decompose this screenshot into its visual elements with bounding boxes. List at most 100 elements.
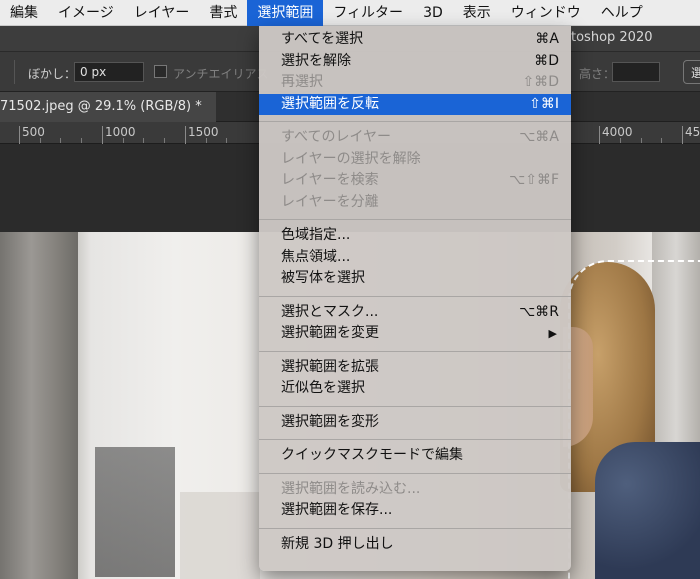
ruler-label: 500 xyxy=(22,125,45,139)
ruler-label: 4000 xyxy=(602,125,633,139)
menu-item[interactable]: 選択範囲を拡張 xyxy=(259,357,571,379)
menu-item-label: 選択範囲を拡張 xyxy=(281,358,379,375)
menu-item[interactable]: 選択を解除 ⌘D xyxy=(259,51,571,73)
ruler-minor-tick xyxy=(206,138,207,143)
menu-3d[interactable]: 3D xyxy=(413,0,453,26)
options-divider xyxy=(14,60,15,84)
ruler-minor-tick xyxy=(620,138,621,143)
menu-item[interactable]: 選択範囲を保存... xyxy=(259,500,571,522)
menu-help[interactable]: ヘルプ xyxy=(591,0,653,26)
menu-item[interactable]: 近似色を選択 xyxy=(259,378,571,400)
menu-item-label: レイヤーを分離 xyxy=(281,193,379,210)
menu-item-label: 選択を解除 xyxy=(281,52,351,69)
height-input[interactable] xyxy=(612,62,660,82)
menu-item-shortcut: ⌘A xyxy=(535,31,559,47)
ruler-major-tick xyxy=(19,126,20,144)
menu-item-shortcut: ⌥⇧⌘F xyxy=(509,172,559,188)
menu-item: 再選択 ⇧⌘D xyxy=(259,72,571,94)
menu-item[interactable]: 選択とマスク... ⌥⌘R xyxy=(259,302,571,324)
selection-marquee xyxy=(568,260,700,579)
menu-item-label: 色域指定... xyxy=(281,227,351,243)
ruler-major-tick xyxy=(102,126,103,144)
menu-item-label: すべてのレイヤー xyxy=(281,129,392,145)
app-title: toshop 2020 xyxy=(571,30,653,45)
menu-item[interactable]: 選択範囲を変更 ▶ xyxy=(259,323,571,345)
menu-item-label: 選択範囲を読み込む... xyxy=(281,480,421,497)
ruler-major-tick xyxy=(682,126,683,144)
menu-item-label: 再選択 xyxy=(281,74,323,90)
select-menu-dropdown: すべてを選択 ⌘A 選択を解除 ⌘D 再選択 ⇧⌘D 選択範囲を反転 ⇧⌘I すべてのレイヤー ⌥… xyxy=(259,26,571,571)
menu-item-label: 選択範囲を変更 xyxy=(281,325,379,341)
menu-item: レイヤーの選択を解除 xyxy=(259,149,571,171)
ruler-major-tick xyxy=(185,126,186,144)
menu-separator xyxy=(259,472,571,474)
menu-separator xyxy=(259,350,571,352)
menu-item-label: 選択とマスク... xyxy=(281,303,379,320)
menu-type[interactable]: 書式 xyxy=(199,0,247,26)
menu-layer[interactable]: レイヤー xyxy=(124,0,200,26)
menu-item-label: レイヤーの選択を解除 xyxy=(281,150,421,167)
menu-item-label: 選択範囲を反転 xyxy=(281,95,379,112)
ruler-minor-tick xyxy=(641,138,642,143)
menu-item-shortcut: ⇧⌘I xyxy=(529,95,559,112)
menu-item[interactable]: すべてを選択 ⌘A xyxy=(259,29,571,51)
menu-item-label: 被写体を選択 xyxy=(281,270,365,286)
menu-item-label: レイヤーを検索 xyxy=(281,172,379,188)
menu-select[interactable]: 選択範囲 xyxy=(247,0,324,26)
menu-item: すべてのレイヤー ⌥⌘A xyxy=(259,127,571,149)
menu-item-shortcut: ⇧⌘D xyxy=(522,74,559,90)
menu-item[interactable]: 色域指定... xyxy=(259,225,571,247)
menu-item[interactable]: 選択範囲を反転 ⇧⌘I xyxy=(259,93,571,115)
antialias-checkbox[interactable] xyxy=(154,65,167,78)
menu-item[interactable]: 被写体を選択 xyxy=(259,268,571,290)
menu-image[interactable]: イメージ xyxy=(48,0,124,26)
menu-bar: 編集 イメージ レイヤー 書式 選択範囲 フィルター 3D 表示 ウィンドウ ヘ… xyxy=(0,0,700,26)
photo-desk xyxy=(95,447,175,577)
menu-view[interactable]: 表示 xyxy=(453,0,501,26)
height-label: 高さ： xyxy=(579,67,616,81)
menu-window[interactable]: ウィンドウ xyxy=(501,0,591,26)
menu-separator xyxy=(259,527,571,529)
ruler-label: 1500 xyxy=(188,125,219,139)
menu-item-label: 新規 3D 押し出し xyxy=(281,535,394,552)
menu-item-shortcut: ⌥⌘R xyxy=(519,303,559,320)
feather-label: ぼかし： xyxy=(28,67,77,81)
menu-item: 選択範囲を読み込む... xyxy=(259,479,571,501)
photo-desk xyxy=(180,492,260,579)
menu-separator xyxy=(259,295,571,297)
photo-pillar-left xyxy=(0,232,78,579)
ruler-label: 1000 xyxy=(105,125,136,139)
menu-separator xyxy=(259,219,571,220)
menu-item-label: クイックマスクモードで編集 xyxy=(281,447,463,463)
menu-item-label: 選択範囲を変形 xyxy=(281,413,379,430)
ruler-major-tick xyxy=(599,126,600,144)
menu-item-label: すべてを選択 xyxy=(281,31,364,47)
menu-item[interactable]: 選択範囲を変形 xyxy=(259,412,571,434)
menu-separator xyxy=(259,121,571,122)
menu-item-label: 近似色を選択 xyxy=(281,380,365,396)
menu-edit[interactable]: 編集 xyxy=(0,0,48,26)
ruler-minor-tick xyxy=(40,138,41,143)
menu-item-shortcut: ⌘D xyxy=(534,52,559,69)
document-tab[interactable]: 71502.jpeg @ 29.1% (RGB/8) * xyxy=(0,92,216,122)
menu-filter[interactable]: フィルター xyxy=(323,0,413,26)
ruler-minor-tick xyxy=(81,138,82,143)
select-mask-button[interactable]: 選 xyxy=(683,60,700,84)
menu-item-label: 選択範囲を保存... xyxy=(281,502,393,518)
menu-item[interactable]: 新規 3D 押し出し xyxy=(259,534,571,556)
antialias-label: アンチエイリアス xyxy=(173,67,269,81)
menu-separator xyxy=(259,439,571,440)
menu-item: レイヤーを分離 xyxy=(259,192,571,214)
ruler-label: 4500 xyxy=(685,125,700,139)
menu-item[interactable]: クイックマスクモードで編集 xyxy=(259,445,571,467)
ruler-minor-tick xyxy=(661,138,662,143)
menu-separator xyxy=(259,405,571,407)
menu-item[interactable]: 焦点領域... xyxy=(259,247,571,269)
ruler-minor-tick xyxy=(123,138,124,143)
feather-input[interactable]: 0 px xyxy=(74,62,144,82)
menu-item-label: 焦点領域... xyxy=(281,248,351,265)
ruler-minor-tick xyxy=(143,138,144,143)
menu-item-shortcut: ⌥⌘A xyxy=(519,129,559,145)
ruler-minor-tick xyxy=(164,138,165,143)
ruler-minor-tick xyxy=(226,138,227,143)
